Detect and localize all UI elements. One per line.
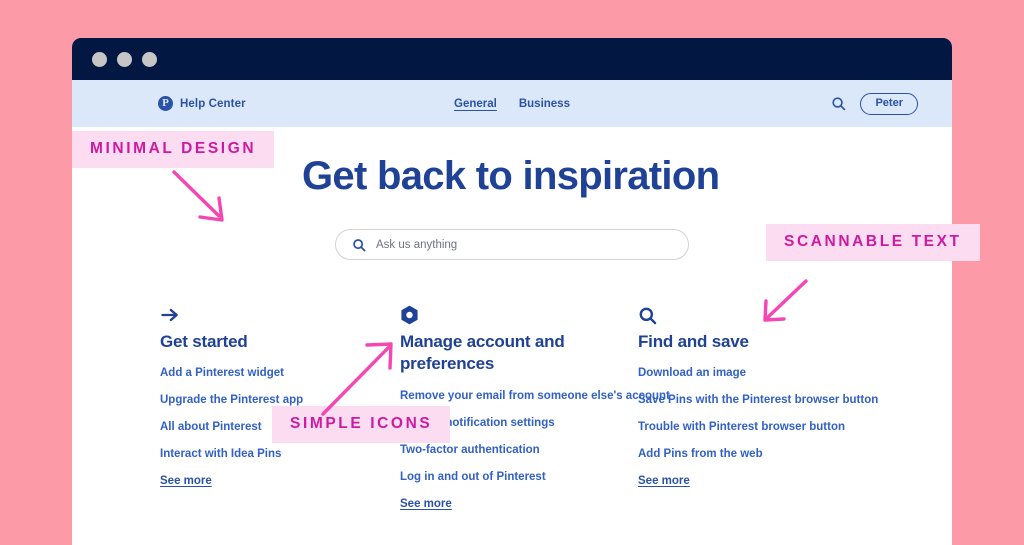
nav-link-business[interactable]: Business <box>519 98 570 110</box>
search-icon <box>352 238 366 252</box>
browser-window: P Help Center General Business Peter Get… <box>72 38 952 545</box>
hexagon-gear-icon <box>400 304 638 326</box>
category-link[interactable]: Remove your email from someone else's ac… <box>400 390 670 402</box>
annotation-arrow-down-right-icon <box>172 170 224 222</box>
annotation-arrow-up-right-icon <box>321 342 393 416</box>
header-actions: Peter <box>831 92 918 115</box>
category-link[interactable]: Interact with Idea Pins <box>160 448 400 460</box>
category-title: Manage account and preferences <box>400 332 565 374</box>
category-link-list: Download an image Save Pins with the Pin… <box>638 367 878 487</box>
arrow-right-icon <box>160 304 400 326</box>
maximize-dot-icon[interactable] <box>142 51 157 67</box>
category-link[interactable]: Two-factor authentication <box>400 444 638 456</box>
pinterest-logo-icon: P <box>158 96 173 111</box>
close-dot-icon[interactable] <box>92 51 107 67</box>
search-placeholder-text: Ask us anything <box>376 238 458 251</box>
category-column-find-and-save: Find and save Download an image Save Pin… <box>638 304 878 510</box>
nav-link-general[interactable]: General <box>454 98 497 110</box>
category-link[interactable]: Add Pins from the web <box>638 448 878 460</box>
see-more-link[interactable]: See more <box>160 475 400 487</box>
see-more-link[interactable]: See more <box>400 498 638 510</box>
brand-name-label: Help Center <box>180 97 246 110</box>
category-columns: Get started Add a Pinterest widget Upgra… <box>72 260 952 510</box>
category-title: Find and save <box>638 332 749 351</box>
primary-nav: General Business <box>454 98 570 110</box>
category-link[interactable]: Save Pins with the Pinterest browser but… <box>638 394 878 406</box>
site-header: P Help Center General Business Peter <box>72 80 952 127</box>
annotation-arrow-down-left-icon <box>763 279 808 322</box>
annotation-scannable-text: SCANNABLE TEXT <box>766 224 980 261</box>
annotation-minimal-design: MINIMAL DESIGN <box>72 131 275 168</box>
search-icon[interactable] <box>831 96 846 111</box>
see-more-link[interactable]: See more <box>638 475 878 487</box>
minimize-dot-icon[interactable] <box>117 51 132 67</box>
category-link[interactable]: Trouble with Pinterest browser button <box>638 421 878 433</box>
brand-logo-group[interactable]: P Help Center <box>158 96 246 111</box>
category-link[interactable]: Log in and out of Pinterest <box>400 471 638 483</box>
browser-chrome-bar <box>72 38 952 80</box>
user-account-button[interactable]: Peter <box>860 92 918 115</box>
search-input[interactable]: Ask us anything <box>335 229 689 260</box>
category-link[interactable]: Download an image <box>638 367 878 379</box>
